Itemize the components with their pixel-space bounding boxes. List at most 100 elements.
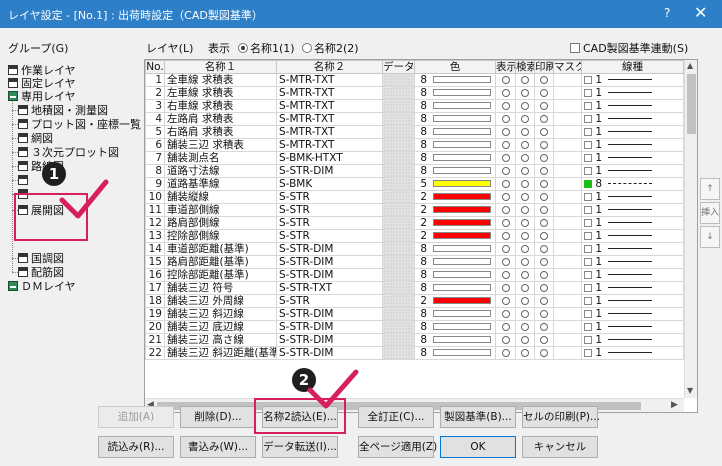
color-cell[interactable]: 8 [414, 320, 496, 334]
table-row[interactable]: 13 控除部側線 S-STR 2 1 [145, 229, 684, 243]
search-toggle[interactable] [515, 164, 535, 178]
name2-cell[interactable]: S-MTR-TXT [276, 86, 383, 100]
name2-cell[interactable]: S-STR-DIM [276, 333, 383, 347]
print-toggle[interactable] [534, 112, 554, 126]
color-cell[interactable]: 8 [414, 112, 496, 126]
name2-cell[interactable]: S-STR-DIM [276, 268, 383, 282]
name1-cell[interactable]: 左路肩 求積表 [164, 112, 277, 126]
name1-cell[interactable]: 舗装三辺 高さ線 [164, 333, 277, 347]
linetype-cell[interactable]: 1 [581, 294, 684, 308]
name2-cell[interactable]: S-STR-TXT [276, 281, 383, 295]
mask-cell[interactable] [553, 177, 582, 191]
display-toggle[interactable] [495, 73, 516, 87]
name2-cell[interactable]: S-STR [276, 203, 383, 217]
radio-name2[interactable]: 名称2(2) [302, 40, 359, 56]
search-toggle[interactable] [515, 307, 535, 321]
table-row[interactable]: 16 控除部距離(基準) S-STR-DIM 8 1 [145, 268, 684, 282]
column-header[interactable]: データ [382, 60, 415, 74]
print-toggle[interactable] [534, 294, 554, 308]
tree-item[interactable]: 固定レイヤ [8, 77, 76, 90]
color-cell[interactable]: 8 [414, 333, 496, 347]
name2-cell[interactable]: S-BMK-HTXT [276, 151, 383, 165]
mask-cell[interactable] [553, 125, 582, 139]
display-toggle[interactable] [495, 229, 516, 243]
data-transfer-button[interactable]: データ転送(I)... [262, 436, 338, 458]
search-toggle[interactable] [515, 203, 535, 217]
ok-button[interactable]: OK [440, 436, 516, 458]
mask-cell[interactable] [553, 151, 582, 165]
load-button[interactable]: 読込み(R)... [98, 436, 174, 458]
print-toggle[interactable] [534, 307, 554, 321]
linetype-cell[interactable]: 1 [581, 255, 684, 269]
linetype-cell[interactable]: 1 [581, 281, 684, 295]
tree-item[interactable]: プロット図・座標一覧 [18, 118, 141, 131]
display-toggle[interactable] [495, 164, 516, 178]
column-header[interactable]: マスク [553, 60, 582, 74]
scroll-right-icon[interactable]: ▶ [671, 400, 678, 410]
table-row[interactable]: 20 舗装三辺 底辺線 S-STR-DIM 8 1 [145, 320, 684, 334]
color-cell[interactable]: 8 [414, 255, 496, 269]
close-button[interactable]: ✕ [694, 3, 707, 22]
name2-cell[interactable]: S-STR [276, 190, 383, 204]
display-toggle[interactable] [495, 346, 516, 360]
linetype-cell[interactable]: 1 [581, 268, 684, 282]
display-toggle[interactable] [495, 86, 516, 100]
name2-cell[interactable]: S-MTR-TXT [276, 99, 383, 113]
mask-cell[interactable] [553, 294, 582, 308]
table-row[interactable]: 14 車道部距離(基準) S-STR-DIM 8 1 [145, 242, 684, 256]
insert-button[interactable]: 挿入 [700, 202, 720, 224]
color-cell[interactable]: 2 [414, 229, 496, 243]
linetype-cell[interactable]: 1 [581, 125, 684, 139]
print-toggle[interactable] [534, 125, 554, 139]
column-header[interactable]: 検索 [515, 60, 535, 74]
print-toggle[interactable] [534, 99, 554, 113]
table-row[interactable]: 1 全車線 求積表 S-MTR-TXT 8 1 [145, 73, 684, 87]
search-toggle[interactable] [515, 138, 535, 152]
display-toggle[interactable] [495, 138, 516, 152]
tree-item[interactable]: 専用レイヤ [8, 90, 76, 103]
display-toggle[interactable] [495, 281, 516, 295]
name1-cell[interactable]: 舗装三辺 外周線 [164, 294, 277, 308]
display-toggle[interactable] [495, 151, 516, 165]
tree-item[interactable]: 地積図・測量図 [18, 104, 108, 117]
mask-cell[interactable] [553, 268, 582, 282]
color-cell[interactable]: 2 [414, 216, 496, 230]
search-toggle[interactable] [515, 268, 535, 282]
search-toggle[interactable] [515, 229, 535, 243]
table-row[interactable]: 10 舗装縦線 S-STR 2 1 [145, 190, 684, 204]
name1-cell[interactable]: 左車線 求積表 [164, 86, 277, 100]
print-toggle[interactable] [534, 86, 554, 100]
linetype-cell[interactable]: 8 [581, 177, 684, 191]
print-toggle[interactable] [534, 151, 554, 165]
correct-all-button[interactable]: 全訂正(C)... [358, 406, 434, 428]
name2-cell[interactable]: S-STR-DIM [276, 346, 383, 360]
name2-cell[interactable]: S-STR-DIM [276, 320, 383, 334]
display-toggle[interactable] [495, 268, 516, 282]
print-toggle[interactable] [534, 255, 554, 269]
scroll-up-icon[interactable]: ▲ [687, 61, 693, 70]
name1-cell[interactable]: 舗装縦線 [164, 190, 277, 204]
table-row[interactable]: 8 道路寸法線 S-STR-DIM 8 1 [145, 164, 684, 178]
search-toggle[interactable] [515, 177, 535, 191]
table-row[interactable]: 6 舗装三辺 求積表 S-MTR-TXT 8 1 [145, 138, 684, 152]
name1-cell[interactable]: 舗装三辺 求積表 [164, 138, 277, 152]
name2-cell[interactable]: S-STR-DIM [276, 242, 383, 256]
column-header[interactable]: 名称２ [276, 60, 383, 74]
search-toggle[interactable] [515, 151, 535, 165]
print-cell-button[interactable]: セルの印刷(P)... [522, 406, 600, 428]
display-toggle[interactable] [495, 125, 516, 139]
table-row[interactable]: 2 左車線 求積表 S-MTR-TXT 8 1 [145, 86, 684, 100]
name2-cell[interactable]: S-MTR-TXT [276, 125, 383, 139]
write-button[interactable]: 書込み(W)... [180, 436, 256, 458]
search-toggle[interactable] [515, 281, 535, 295]
vertical-scroll-thumb[interactable] [687, 74, 696, 134]
name2-cell[interactable]: S-MTR-TXT [276, 73, 383, 87]
table-row[interactable]: 11 車道部側線 S-STR 2 1 [145, 203, 684, 217]
name2-cell[interactable]: S-STR [276, 294, 383, 308]
name1-cell[interactable]: 右路肩 求積表 [164, 125, 277, 139]
color-cell[interactable]: 8 [414, 164, 496, 178]
tree-item[interactable] [18, 174, 31, 187]
linetype-cell[interactable]: 1 [581, 346, 684, 360]
print-toggle[interactable] [534, 281, 554, 295]
table-row[interactable]: 7 舗装測点名 S-BMK-HTXT 8 1 [145, 151, 684, 165]
